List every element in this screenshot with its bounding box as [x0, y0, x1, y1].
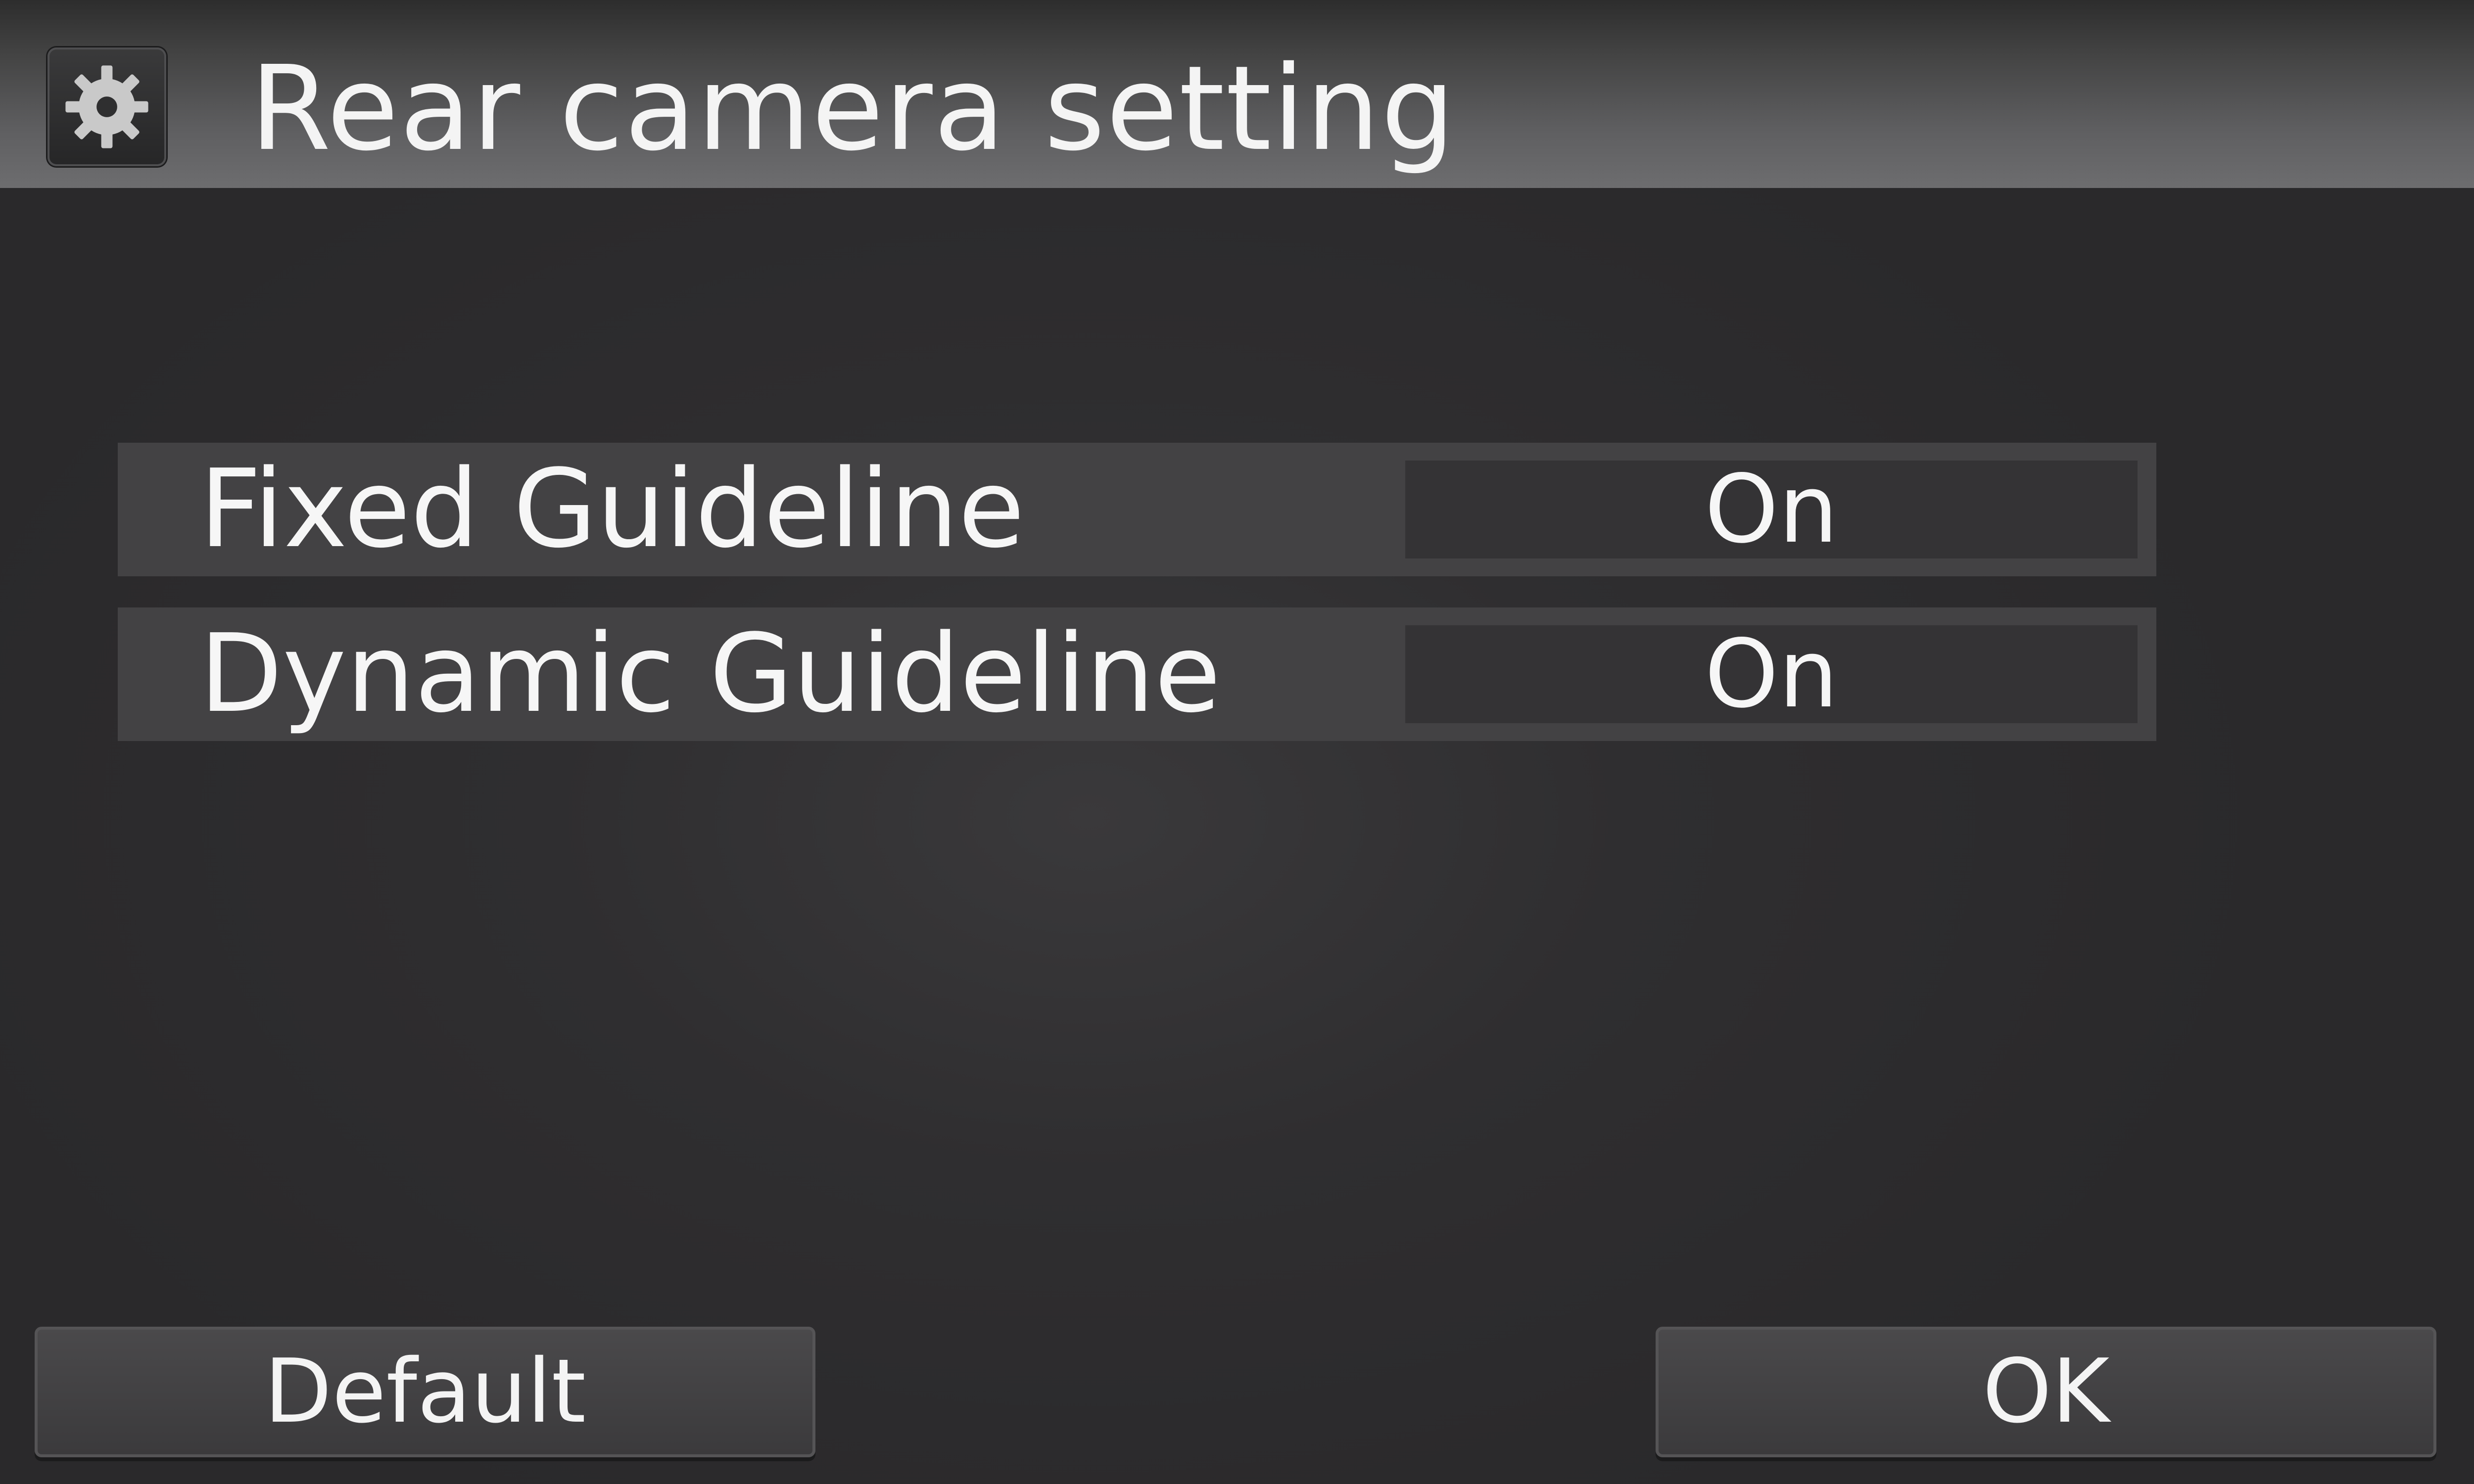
ok-button[interactable]: OK	[1656, 1327, 2436, 1457]
page-title: Rear camera setting	[250, 41, 1456, 177]
setting-label: Dynamic Guideline	[199, 611, 1221, 737]
setting-label: Fixed Guideline	[199, 447, 1025, 572]
default-button[interactable]: Default	[35, 1327, 815, 1457]
title-bar: Rear camera setting	[0, 0, 2474, 188]
screen: Rear camera setting Fixed Guideline On D…	[0, 0, 2474, 1484]
setting-value[interactable]: On	[1405, 461, 2138, 558]
setting-value[interactable]: On	[1405, 625, 2138, 723]
gear-icon	[48, 47, 166, 166]
setting-row-fixed-guideline[interactable]: Fixed Guideline On	[118, 443, 2156, 576]
setting-row-dynamic-guideline[interactable]: Dynamic Guideline On	[118, 607, 2156, 741]
